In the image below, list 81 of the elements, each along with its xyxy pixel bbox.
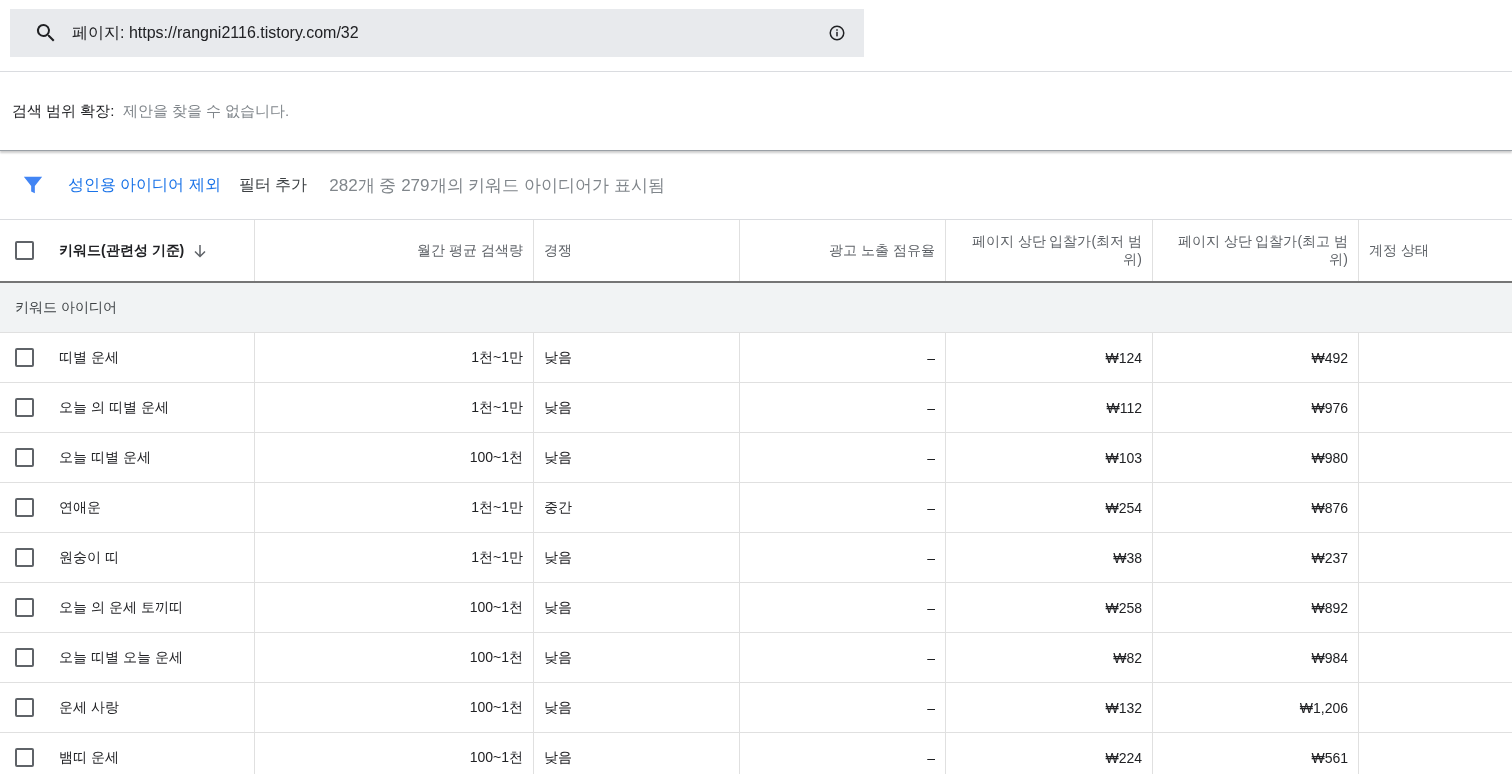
table-cell: ₩237 xyxy=(1311,549,1348,566)
table-cell: 중간 xyxy=(544,498,572,517)
row-checkbox[interactable] xyxy=(15,548,34,567)
table-cell: 100~1천 xyxy=(469,748,523,767)
table-cell: 낮음 xyxy=(544,598,572,617)
filter-icon[interactable] xyxy=(22,174,44,196)
select-all-checkbox[interactable] xyxy=(15,241,34,260)
table-cell: – xyxy=(927,449,935,466)
group-header: 키워드 아이디어 xyxy=(15,298,117,317)
table-cell: 100~1천 xyxy=(469,648,523,667)
row-checkbox[interactable] xyxy=(15,598,34,617)
table-cell: 낮음 xyxy=(544,648,572,667)
row-checkbox[interactable] xyxy=(15,498,34,517)
table-cell: 낮음 xyxy=(544,348,572,367)
filter-chip[interactable]: 성인용 아이디어 제외 xyxy=(68,174,221,196)
table-cell: – xyxy=(927,599,935,616)
table-cell: ₩492 xyxy=(1311,349,1348,366)
table-cell: 뱀띠 운세 xyxy=(59,748,119,767)
search-value: 페이지: https://rangni2116.tistory.com/32 xyxy=(72,22,360,43)
table-cell: ₩82 xyxy=(1113,649,1142,666)
table-cell: ₩1,206 xyxy=(1299,699,1348,716)
table-cell: 낮음 xyxy=(544,448,572,467)
table-cell: 원숭이 띠 xyxy=(59,548,119,567)
expand-message: 제안을 찾을 수 없습니다. xyxy=(122,101,290,121)
table-cell: ₩103 xyxy=(1105,449,1142,466)
table-cell: ₩892 xyxy=(1311,599,1348,616)
column-header[interactable]: 계정 상태 xyxy=(1369,241,1429,260)
table-cell: 100~1천 xyxy=(469,698,523,717)
table-cell: 낮음 xyxy=(544,398,572,417)
row-checkbox[interactable] xyxy=(15,648,34,667)
table-cell: 낮음 xyxy=(544,698,572,717)
column-header[interactable]: 페이지 상단 입찰가(최저 범위) xyxy=(956,232,1142,269)
row-checkbox[interactable] xyxy=(15,348,34,367)
table-cell: – xyxy=(927,699,935,716)
table-cell: 100~1천 xyxy=(469,448,523,467)
info-icon[interactable] xyxy=(828,24,846,42)
table-cell: ₩876 xyxy=(1311,499,1348,516)
table-cell: 오늘 의 띠별 운세 xyxy=(59,398,169,417)
table-cell: ₩258 xyxy=(1105,599,1142,616)
table-cell: ₩984 xyxy=(1311,649,1348,666)
table-cell: 운세 사랑 xyxy=(59,698,119,717)
results-summary: 282개 중 279개의 키워드 아이디어가 표시됨 xyxy=(329,174,665,197)
column-header[interactable]: 광고 노출 점유율 xyxy=(829,241,935,260)
table-cell: 1천~1만 xyxy=(471,498,523,517)
table-cell: ₩976 xyxy=(1311,399,1348,416)
table-cell: – xyxy=(927,749,935,766)
table-cell: 낮음 xyxy=(544,548,572,567)
expand-label: 검색 범위 확장: xyxy=(12,101,115,121)
table-cell: – xyxy=(927,349,935,366)
table-cell: ₩224 xyxy=(1105,749,1142,766)
column-header[interactable]: 경쟁 xyxy=(544,241,572,260)
table-cell: 1천~1만 xyxy=(471,348,523,367)
table-cell: – xyxy=(927,649,935,666)
table-cell: – xyxy=(927,399,935,416)
table-cell: – xyxy=(927,499,935,516)
table-cell: 연애운 xyxy=(59,498,101,517)
table-cell: ₩124 xyxy=(1105,349,1142,366)
table-cell: ₩561 xyxy=(1311,749,1348,766)
column-header[interactable]: 페이지 상단 입찰가(최고 범위) xyxy=(1163,232,1348,269)
table-cell: 100~1천 xyxy=(469,598,523,617)
column-header[interactable]: 키워드(관련성 기준) xyxy=(59,241,185,260)
row-checkbox[interactable] xyxy=(15,748,34,767)
table-cell: ₩980 xyxy=(1311,449,1348,466)
row-checkbox[interactable] xyxy=(15,398,34,417)
table-cell: 낮음 xyxy=(544,748,572,767)
search-field[interactable]: 페이지: https://rangni2116.tistory.com/32 xyxy=(10,9,864,57)
table-cell: – xyxy=(927,549,935,566)
row-checkbox[interactable] xyxy=(15,448,34,467)
table-cell: 1천~1만 xyxy=(471,398,523,417)
table-cell: ₩38 xyxy=(1113,549,1142,566)
filter-chip[interactable]: 필터 추가 xyxy=(238,174,308,196)
table-cell: 띠별 운세 xyxy=(59,348,119,367)
table-cell: ₩254 xyxy=(1105,499,1142,516)
table-cell: 오늘 의 운세 토끼띠 xyxy=(59,598,183,617)
table-cell: 1천~1만 xyxy=(471,548,523,567)
column-header[interactable]: 월간 평균 검색량 xyxy=(417,241,523,260)
table-cell: ₩132 xyxy=(1105,699,1142,716)
table-cell: ₩112 xyxy=(1106,399,1142,416)
table-cell: 오늘 띠별 운세 xyxy=(59,448,151,467)
row-checkbox[interactable] xyxy=(15,698,34,717)
table-cell: 오늘 띠별 오늘 운세 xyxy=(59,648,183,667)
